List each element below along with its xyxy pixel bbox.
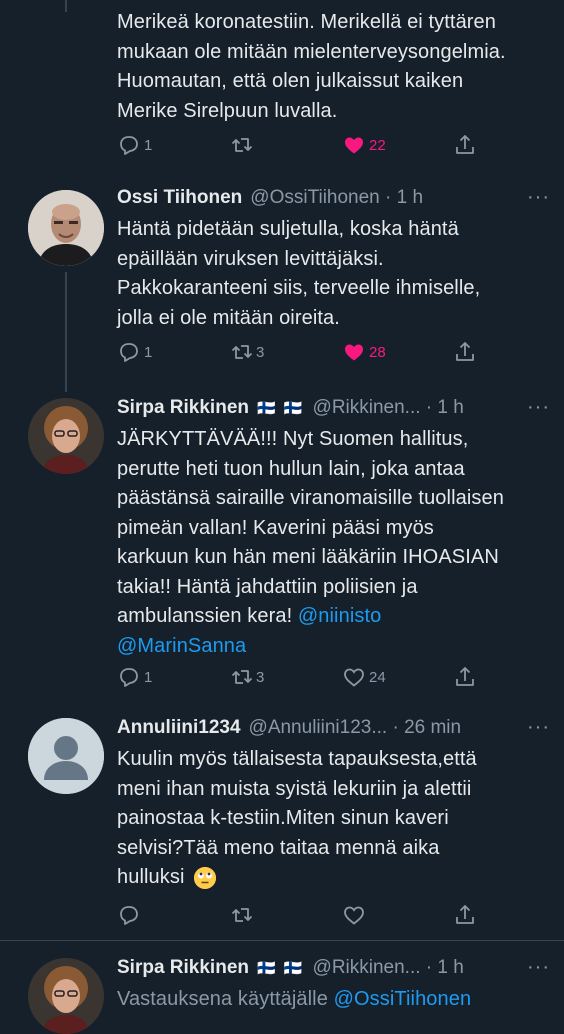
tweet-header: Sirpa Rikkinen 🇫🇮 🇫🇮 @Rikkinen... · 1 h — [117, 393, 550, 423]
heart-icon — [344, 668, 364, 687]
like-count: 22 — [369, 136, 386, 154]
author-handle[interactable]: @OssiTiihonen · 1 h — [250, 187, 423, 209]
tweet[interactable]: Sirpa Rikkinen 🇫🇮 🇫🇮 @Rikkinen... · 1 h … — [0, 390, 564, 700]
mention-link[interactable]: @OssiTiihonen — [334, 988, 472, 1010]
heart-icon — [345, 344, 363, 361]
like-button[interactable]: 22 — [342, 133, 386, 157]
tweet-text: JÄRKYTTÄVÄÄ!!! Nyt Suomen hallitus, peru… — [117, 428, 504, 657]
more-icon[interactable]: ··· — [527, 396, 550, 419]
share-button[interactable] — [453, 340, 477, 364]
tweet[interactable]: Ossi Tiihonen @OssiTiihonen · 1 h ··· Hä… — [0, 180, 564, 390]
author-name[interactable]: Sirpa Rikkinen — [117, 957, 249, 979]
tweet-actions: 1 22 — [117, 133, 477, 163]
author-handle[interactable]: @Rikkinen... · 1 h — [313, 957, 464, 979]
reply-count: 1 — [144, 668, 153, 686]
divider — [0, 940, 564, 941]
tweet-actions: 1 3 28 — [117, 340, 477, 370]
retweet-button[interactable]: 3 — [230, 340, 264, 364]
reply-count: 1 — [144, 343, 153, 361]
author-name[interactable]: Annuliini1234 — [117, 717, 241, 739]
reply-icon — [120, 343, 138, 362]
retweet-button[interactable] — [230, 133, 254, 157]
like-button[interactable] — [342, 903, 366, 927]
tweet-actions: 1 3 24 — [117, 665, 477, 695]
like-button[interactable]: 28 — [342, 340, 386, 364]
retweet-icon — [231, 670, 253, 684]
flag-emojis: 🇫🇮 🇫🇮 — [257, 400, 305, 417]
like-button[interactable]: 24 — [342, 665, 386, 689]
tweet-text: Häntä pidetään suljetulla, koska häntä e… — [117, 218, 481, 329]
reply-button[interactable]: 1 — [117, 133, 152, 157]
avatar[interactable] — [28, 718, 104, 794]
retweet-button[interactable] — [230, 903, 254, 927]
reply-button[interactable]: 1 — [117, 340, 152, 364]
author-handle[interactable]: @Annuliini123... · 26 min — [249, 717, 462, 739]
retweet-count: 3 — [256, 668, 265, 686]
mention-link[interactable]: @niinisto — [298, 605, 381, 627]
share-icon — [456, 135, 474, 154]
eye-roll-emoji — [194, 866, 217, 889]
tweet-header: Sirpa Rikkinen 🇫🇮 🇫🇮 @Rikkinen... · 1 h — [117, 953, 550, 983]
tweet[interactable]: Merikeä koronatestiin. Merikellä ei tytt… — [0, 0, 564, 180]
author-name[interactable]: Ossi Tiihonen — [117, 187, 242, 209]
reply-button[interactable]: 1 — [117, 665, 152, 689]
share-icon — [456, 667, 474, 686]
retweet-icon — [231, 345, 253, 359]
reply-icon — [120, 906, 138, 925]
reply-button[interactable] — [117, 903, 141, 927]
heart-icon — [344, 906, 364, 925]
heart-icon — [345, 137, 363, 154]
share-button[interactable] — [453, 133, 477, 157]
reply-icon — [120, 136, 138, 155]
avatar[interactable] — [28, 190, 104, 266]
author-name[interactable]: Sirpa Rikkinen — [117, 397, 249, 419]
like-count: 24 — [369, 668, 386, 686]
flag-emojis: 🇫🇮 🇫🇮 — [257, 960, 305, 977]
tweet[interactable]: Sirpa Rikkinen 🇫🇮 🇫🇮 @Rikkinen... · 1 h … — [0, 950, 564, 1034]
tweet[interactable]: Annuliini1234 @Annuliini123... · 26 min … — [0, 710, 564, 940]
share-button[interactable] — [453, 903, 477, 927]
tweet-header: Annuliini1234 @Annuliini123... · 26 min — [117, 713, 550, 743]
retweet-count: 3 — [256, 343, 265, 361]
more-icon[interactable]: ··· — [527, 716, 550, 739]
reply-count: 1 — [144, 136, 153, 154]
tweet-text: Kuulin myös tällaisesta tapauksesta,että… — [117, 748, 477, 889]
tweet-text: Merikeä koronatestiin. Merikellä ei tytt… — [117, 11, 506, 122]
reply-context: Vastauksena käyttäjälle @OssiTiihonen — [117, 988, 472, 1010]
more-icon[interactable]: ··· — [527, 956, 550, 979]
share-button[interactable] — [453, 665, 477, 689]
tweet-actions — [117, 903, 477, 933]
share-icon — [456, 905, 474, 924]
retweet-icon — [231, 138, 253, 152]
more-icon[interactable]: ··· — [527, 186, 550, 209]
mention-link[interactable]: @MarinSanna — [117, 635, 246, 657]
share-icon — [456, 342, 474, 361]
retweet-icon — [231, 908, 253, 922]
retweet-button[interactable]: 3 — [230, 665, 264, 689]
tweet-header: Ossi Tiihonen @OssiTiihonen · 1 h — [117, 183, 550, 213]
author-handle[interactable]: @Rikkinen... · 1 h — [313, 397, 464, 419]
avatar[interactable] — [28, 398, 104, 474]
reply-icon — [120, 668, 138, 687]
like-count: 28 — [369, 343, 386, 361]
